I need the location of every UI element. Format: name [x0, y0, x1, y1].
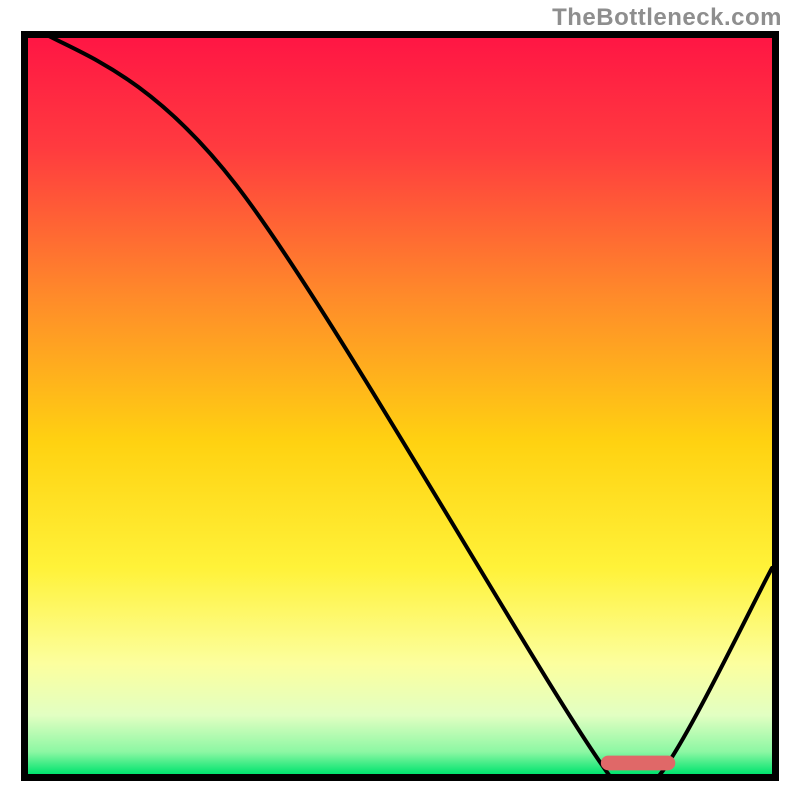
optimal-zone-marker [601, 756, 675, 771]
chart-plot-area [28, 38, 772, 774]
chart-frame [21, 31, 779, 781]
gradient-background [28, 38, 772, 774]
chart-container: TheBottleneck.com [0, 0, 800, 800]
chart-svg [28, 38, 772, 774]
watermark-text: TheBottleneck.com [552, 4, 782, 32]
